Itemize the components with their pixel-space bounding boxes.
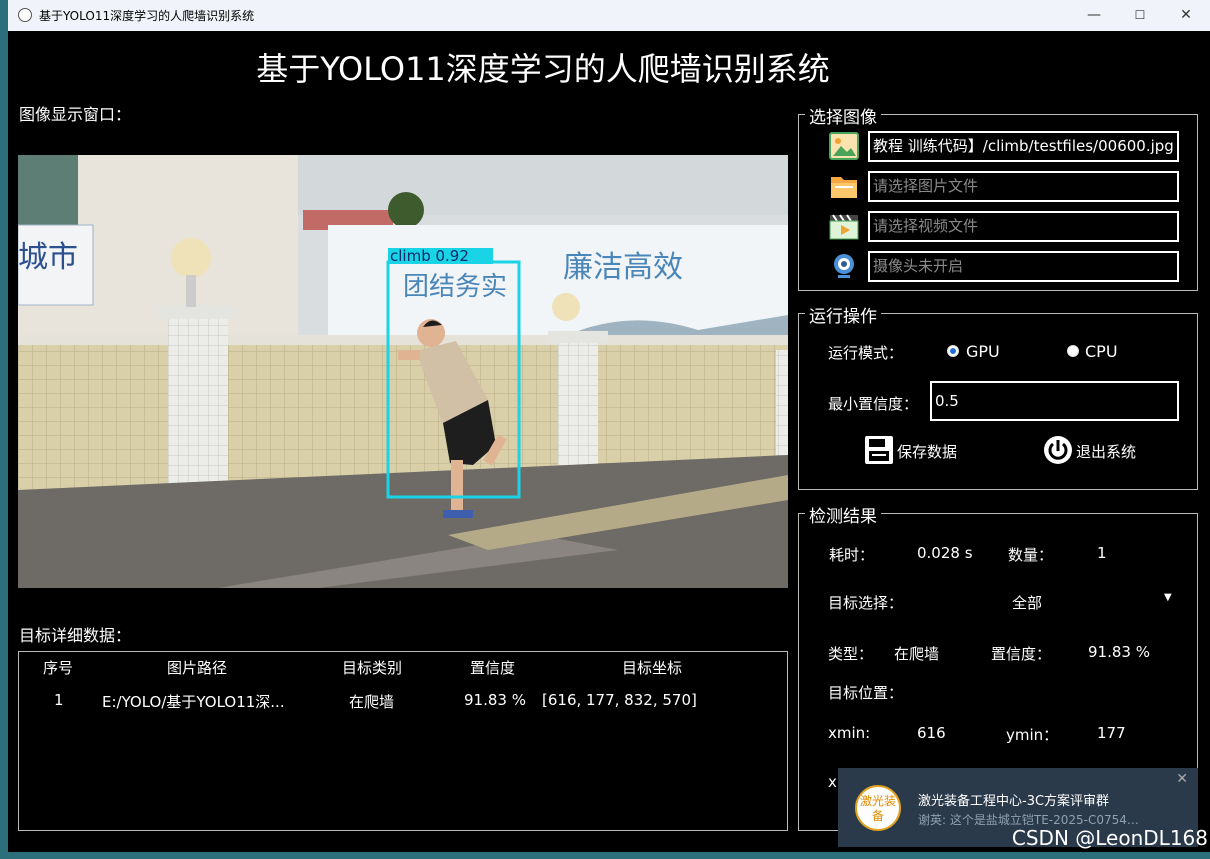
result-confidence-label: 置信度： (991, 645, 1052, 663)
results-title: 检测结果 (805, 502, 881, 527)
result-confidence-value: 91.83 % (1088, 643, 1150, 661)
count-value: 1 (1097, 544, 1107, 562)
type-value: 在爬墙 (894, 645, 940, 663)
main-window: 基于YOLO11深度学习的人爬墙识别系统 — ☐ ✕ 基于YOLO11深度学习的… (8, 0, 1210, 852)
notification-logo: 激光装备 (855, 785, 901, 831)
cell-coordinates: [616, 177, 832, 570] (542, 691, 697, 709)
position-label: 目标位置： (828, 684, 904, 702)
ymin-value: 177 (1097, 724, 1126, 742)
target-select-label: 目标选择： (828, 594, 904, 612)
table-header[interactable]: 图片路径 (167, 657, 227, 678)
exit-label: 退出系统 (1076, 443, 1137, 461)
save-label: 保存数据 (897, 443, 958, 461)
chevron-down-icon: ▼ (1164, 592, 1172, 603)
xmin-label: xmin: (828, 724, 871, 742)
app-title: 基于YOLO11深度学习的人爬墙识别系统 (256, 50, 830, 88)
image-path-field[interactable]: 教程 训练代码】/climb/testfiles/00600.jpg (868, 131, 1179, 162)
image-file-input[interactable]: 请选择图片文件 (868, 171, 1179, 202)
video-icon[interactable] (829, 211, 859, 241)
save-button[interactable]: 保存数据 (864, 435, 964, 467)
gpu-label[interactable]: GPU (966, 342, 1000, 361)
type-label: 类型： (828, 645, 874, 663)
time-value: 0.028 s (917, 544, 973, 562)
table-header[interactable]: 目标坐标 (622, 657, 682, 678)
cell-class: 在爬墙 (349, 693, 395, 711)
details-table: 序号 图片路径 目标类别 置信度 目标坐标 1 E:/YOLO/基于YOLO11… (18, 651, 788, 831)
details-label: 目标详细数据： (19, 626, 132, 645)
count-label: 数量： (1008, 546, 1054, 564)
cpu-radio[interactable] (1067, 345, 1079, 357)
notification-title: 激光装备工程中心-3C方案评审群 (918, 794, 1110, 809)
target-select-dropdown[interactable]: 全部 ▼ (943, 586, 1183, 616)
xmax-label-partial: x (828, 773, 837, 791)
power-icon (1044, 436, 1072, 464)
detection-label: climb 0.92 (390, 247, 469, 265)
folder-icon[interactable] (829, 171, 859, 201)
gpu-radio[interactable] (947, 345, 959, 357)
cpu-label[interactable]: CPU (1085, 342, 1118, 361)
camera-input[interactable]: 摄像头未开启 (868, 251, 1179, 282)
banner-text-1: 团结务实 (403, 272, 507, 302)
app-icon (18, 8, 32, 22)
banner-text-2: 廉洁高效 (563, 250, 683, 285)
xmin-value: 616 (917, 724, 946, 742)
sign-text: 城市 (18, 240, 78, 275)
camera-icon[interactable] (829, 251, 859, 281)
maximize-button[interactable]: ☐ (1117, 0, 1163, 31)
title-bar: 基于YOLO11深度学习的人爬墙识别系统 — ☐ ✕ (8, 0, 1210, 31)
video-file-input[interactable]: 请选择视频文件 (868, 211, 1179, 242)
cell-confidence: 91.83 % (464, 691, 526, 709)
mode-label: 运行模式： (828, 344, 904, 362)
cell-path: E:/YOLO/基于YOLO11深... (102, 693, 285, 711)
operations-title: 运行操作 (805, 302, 881, 327)
watermark: CSDN @LeonDL168 (1011, 826, 1208, 850)
confidence-input[interactable]: 0.5 (930, 381, 1179, 421)
time-label: 耗时： (829, 546, 875, 564)
confidence-label: 最小置信度： (828, 395, 919, 413)
target-select-value: 全部 (1012, 594, 1043, 612)
select-image-title: 选择图像 (805, 103, 881, 128)
table-header[interactable]: 目标类别 (342, 657, 402, 678)
save-icon (865, 436, 893, 464)
image-display: 城市 团结务实 廉洁高效 climb 0.92 (18, 155, 788, 588)
exit-button[interactable]: 退出系统 (1043, 435, 1153, 467)
table-header[interactable]: 置信度 (470, 657, 515, 678)
ymin-label: ymin： (1006, 726, 1059, 744)
image-icon[interactable] (829, 131, 859, 161)
cell-index: 1 (54, 691, 64, 709)
table-header[interactable]: 序号 (43, 657, 73, 678)
image-display-label: 图像显示窗口： (19, 105, 132, 124)
notification-close-icon[interactable]: ✕ (1176, 771, 1188, 787)
close-button[interactable]: ✕ (1163, 0, 1209, 31)
window-title: 基于YOLO11深度学习的人爬墙识别系统 (39, 9, 255, 23)
minimize-button[interactable]: — (1071, 0, 1117, 31)
